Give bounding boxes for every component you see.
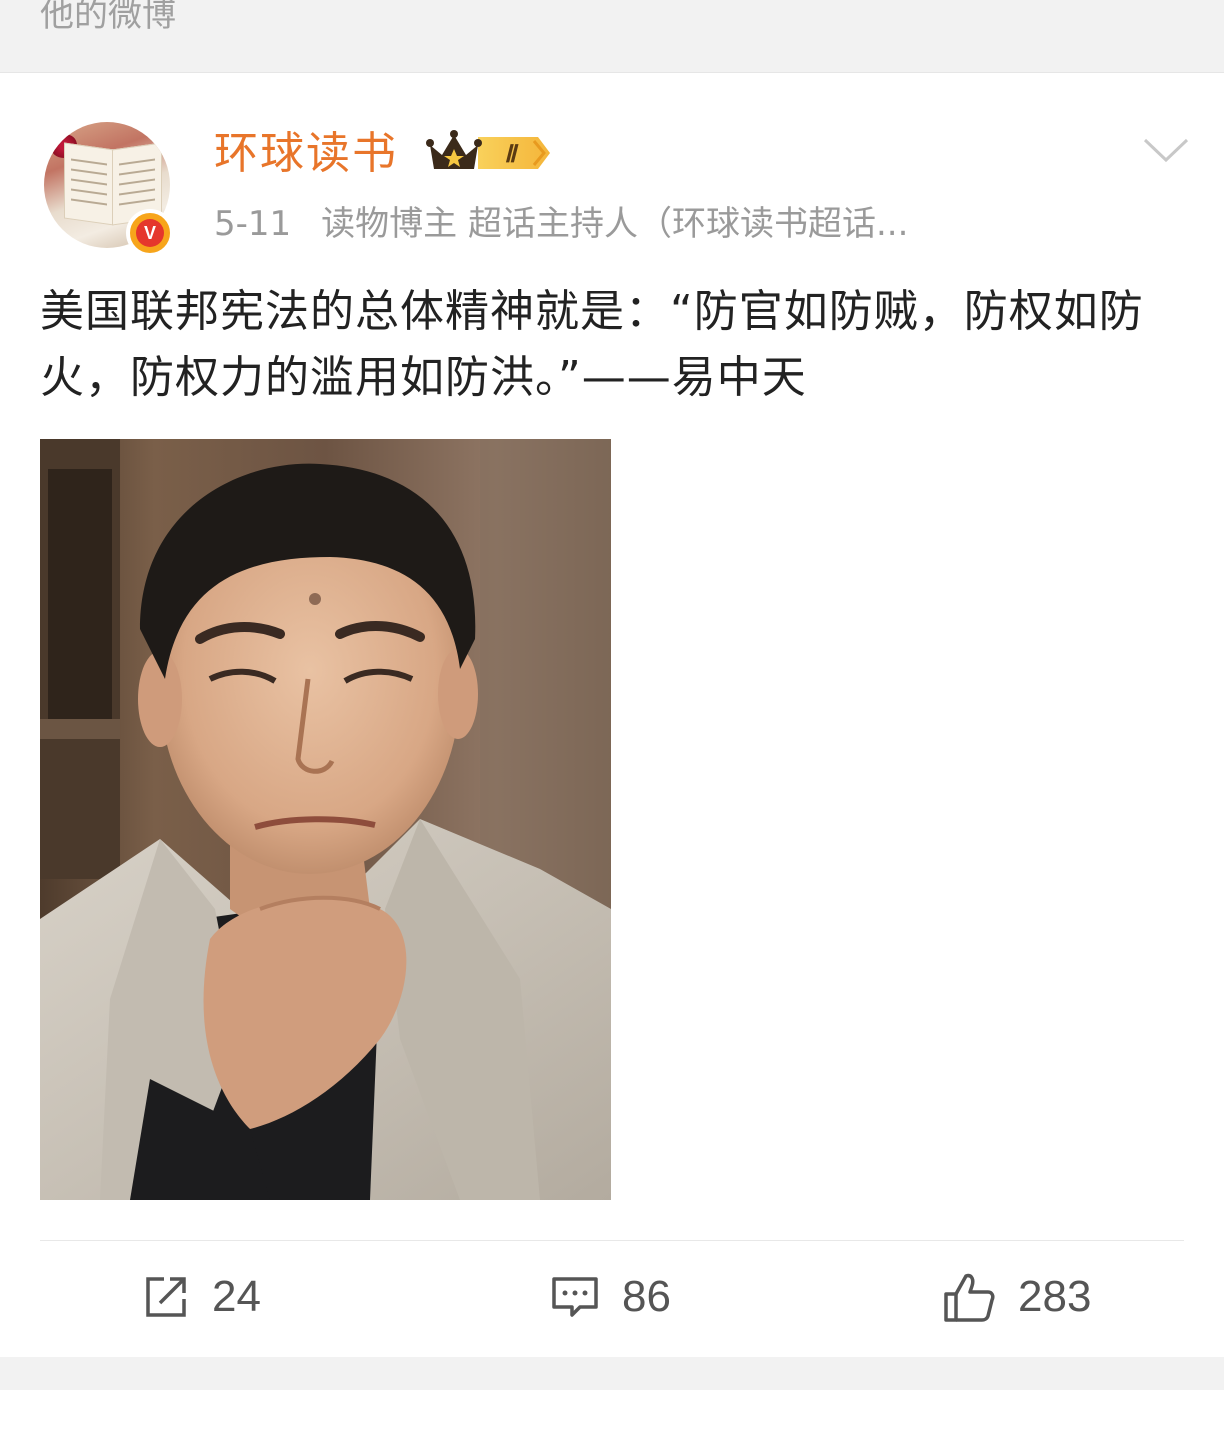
- verified-mark: V: [136, 219, 164, 247]
- author-description: 读物博主 超话主持人（环球读书超话...: [321, 204, 909, 244]
- repost-icon: [146, 1277, 186, 1317]
- comment-icon: [552, 1277, 598, 1317]
- avatar-book-page-left: [64, 142, 114, 226]
- author-name[interactable]: 环球读书: [214, 125, 398, 183]
- verified-badge-icon: V: [126, 209, 174, 257]
- section-header: 他的微博: [0, 0, 1224, 73]
- crown-icon[interactable]: Ⅱ: [426, 129, 552, 177]
- comment-button[interactable]: 86: [550, 1269, 671, 1325]
- section-title: 他的微博: [40, 0, 176, 35]
- repost-button[interactable]: 24: [142, 1269, 261, 1325]
- post-image[interactable]: [40, 439, 611, 1200]
- thumbs-up-icon: [944, 1273, 995, 1322]
- chevron-down-icon[interactable]: [1142, 135, 1190, 165]
- comment-count: 86: [622, 1272, 671, 1321]
- post-date: 5-11: [214, 204, 292, 244]
- post-meta: 5-11 读物博主 超话主持人（环球读书超话...: [214, 201, 908, 247]
- repost-count: 24: [212, 1272, 261, 1321]
- post-text: 美国联邦宪法的总体精神就是：“防官如防贼，防权如防火，防权力的滥用如防洪。”——…: [40, 286, 1144, 403]
- next-post-card: [0, 1390, 1224, 1438]
- like-button[interactable]: 283: [942, 1269, 1091, 1325]
- action-bar: 24 86 283: [0, 1241, 1224, 1357]
- like-count: 283: [1018, 1272, 1092, 1321]
- post-card[interactable]: V 环球读书 Ⅱ 5-11 读物博主 超话主持人（环球读书超话... 美国联邦宪法…: [0, 73, 1224, 1357]
